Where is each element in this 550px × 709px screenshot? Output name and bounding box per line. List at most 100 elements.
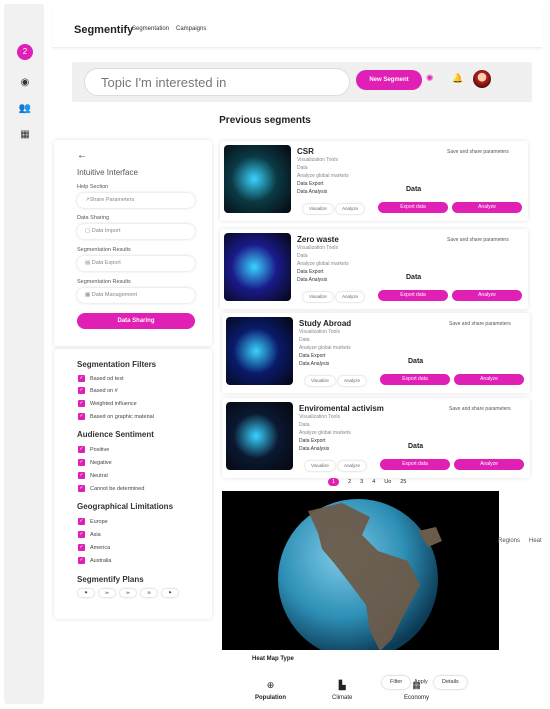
notification-bell-icon[interactable]: 🔔	[452, 73, 463, 84]
field-label: Help Section	[77, 184, 109, 190]
plan-pill[interactable]: ≫	[120, 589, 136, 597]
filter-checkbox[interactable]: ✓ Australia	[78, 557, 111, 564]
segment-card[interactable]: Study Abroad Visualization Tools Data Analy…	[222, 313, 530, 393]
field-value: Data Export	[91, 260, 121, 266]
calendar-icon[interactable]: ▦	[18, 128, 32, 142]
details-button[interactable]: Details	[434, 676, 467, 689]
segment-data: Data	[299, 337, 310, 343]
visualize-button[interactable]: Visualize	[305, 376, 335, 386]
segment-card[interactable]: Zero waste Visualization Tools Data Analyze…	[220, 229, 528, 309]
filter-label: Neutral	[90, 472, 108, 479]
segment-analyze: Analyze global markets	[297, 173, 349, 179]
export-data-button[interactable]: Export data	[380, 459, 450, 470]
globe-icon: ⊕	[266, 680, 275, 690]
filter-checkbox[interactable]: ✓ Based on #	[78, 387, 118, 394]
analyze-button[interactable]: Analyze	[452, 202, 522, 213]
page-1[interactable]: 1	[328, 478, 340, 486]
population-tab[interactable]: ⊕ Population	[255, 680, 286, 701]
visualize-button[interactable]: Visualize	[305, 461, 335, 471]
data-export-field[interactable]: ▤ Data Export	[77, 256, 195, 271]
eye-icon[interactable]: ◉	[18, 76, 32, 90]
search-input[interactable]: Topic I'm interested in	[84, 68, 350, 96]
segment-analyze: Analyze global markets	[299, 430, 351, 436]
segment-name[interactable]: Zero waste	[297, 235, 339, 244]
user-avatar[interactable]	[473, 70, 491, 88]
data-import-field[interactable]: ▢ Data Import	[77, 224, 195, 239]
data-sharing-button[interactable]: Data Sharing	[77, 313, 195, 329]
analyze-small-button[interactable]: Analyze	[338, 376, 366, 386]
visualize-button[interactable]: Visualize	[303, 204, 333, 214]
field-label: Segmentation Results	[77, 279, 131, 285]
field-label: Segmentation Results	[77, 247, 131, 253]
segment-name[interactable]: Enviromental activism	[299, 404, 384, 413]
apply-button[interactable]: Apply	[406, 676, 436, 689]
page-3[interactable]: 3	[360, 479, 363, 485]
save-share-link[interactable]: Save and share parameters	[449, 321, 511, 327]
brand-logo[interactable]: Segmentify	[74, 24, 133, 36]
nav-campaigns[interactable]: Campaigns	[176, 26, 206, 32]
page-ellipsis[interactable]: Uo	[384, 479, 391, 485]
filter-checkbox[interactable]: ✓ Based od text	[78, 375, 124, 382]
regions-tab[interactable]: Regions	[498, 538, 520, 544]
segment-analysis: Data Analysis	[297, 189, 328, 195]
globe-map[interactable]	[222, 491, 499, 650]
segment-card[interactable]: Enviromental activism Visualization Tools…	[222, 398, 530, 478]
sparkle-icon[interactable]: ✺	[426, 73, 434, 84]
field-value: Share Parameters	[89, 197, 135, 203]
save-share-link[interactable]: Save and share parameters	[447, 237, 509, 243]
segment-thumbnail	[226, 402, 293, 470]
segment-analysis: Data Analysis	[297, 277, 328, 283]
filter-checkbox[interactable]: ✓ Asia	[78, 531, 101, 538]
analyze-button[interactable]: Analyze	[454, 374, 524, 385]
segment-card[interactable]: CSR Visualization Tools Data Analyze global…	[220, 141, 528, 221]
analyze-button[interactable]: Analyze	[452, 290, 522, 301]
new-segment-button[interactable]: New Segment	[356, 70, 422, 90]
back-arrow-icon[interactable]: ←	[77, 150, 87, 161]
visualize-button[interactable]: Visualize	[303, 292, 333, 302]
segment-analysis: Data Analysis	[299, 361, 330, 367]
chart-icon: ▙	[338, 680, 346, 690]
filter-checkbox[interactable]: ✓ Cannot be determined	[78, 485, 144, 492]
segment-analyze: Analyze global markets	[297, 261, 349, 267]
segment-name[interactable]: Study Abroad	[299, 319, 351, 328]
analyze-small-button[interactable]: Analyze	[336, 292, 364, 302]
filter-label: Positive	[90, 446, 110, 453]
analyze-small-button[interactable]: Analyze	[336, 204, 364, 214]
analyze-small-button[interactable]: Analyze	[338, 461, 366, 471]
filter-checkbox[interactable]: ✓ Negative	[78, 459, 112, 466]
plan-pill[interactable]: ⚑	[162, 589, 178, 597]
filter-checkbox[interactable]: ✓ Weighted influence	[78, 400, 137, 407]
filter-checkbox[interactable]: ✓ Europe	[78, 518, 108, 525]
segment-export: Data Export	[299, 353, 326, 359]
page-2[interactable]: 2	[348, 479, 351, 485]
plan-pill[interactable]: ≫	[99, 589, 115, 597]
nav-segmentation[interactable]: Segmentation	[132, 26, 169, 32]
filter-checkbox[interactable]: ✓ America	[78, 544, 110, 551]
segment-export: Data Export	[297, 181, 324, 187]
profile-avatar[interactable]: 2	[17, 44, 33, 60]
export-data-button[interactable]: Export data	[378, 202, 448, 213]
plan-pill[interactable]: ⊕	[141, 589, 157, 597]
segment-name[interactable]: CSR	[297, 147, 314, 156]
filter-label: Based od text	[90, 375, 124, 382]
filter-label: America	[90, 544, 111, 551]
page-25[interactable]: 25	[400, 479, 406, 485]
export-data-button[interactable]: Export data	[380, 374, 450, 385]
data-management-field[interactable]: ▦ Data Management	[77, 288, 195, 303]
save-share-link[interactable]: Save and share parameters	[449, 406, 511, 412]
panel-title: Intuitive Interface	[77, 168, 138, 177]
heat-tab[interactable]: Heat	[529, 538, 542, 544]
filter-checkbox[interactable]: ✓ Neutral	[78, 472, 108, 479]
page-4[interactable]: 4	[372, 479, 375, 485]
users-icon[interactable]: 👥	[18, 102, 32, 116]
climate-tab[interactable]: ▙ Climate	[332, 680, 352, 701]
share-parameters-field[interactable]: ↗Share Parameters	[77, 193, 195, 208]
analyze-button[interactable]: Analyze	[454, 459, 524, 470]
plan-pill[interactable]: ⚑	[78, 589, 94, 597]
filter-checkbox[interactable]: ✓ Based on graphic material	[78, 413, 154, 420]
segment-tools: Visualization Tools	[299, 329, 340, 335]
save-share-link[interactable]: Save and share parameters	[447, 149, 509, 155]
filter-checkbox[interactable]: ✓ Positive	[78, 446, 109, 453]
export-data-button[interactable]: Export data	[378, 290, 448, 301]
tab-label: Population	[255, 695, 286, 701]
